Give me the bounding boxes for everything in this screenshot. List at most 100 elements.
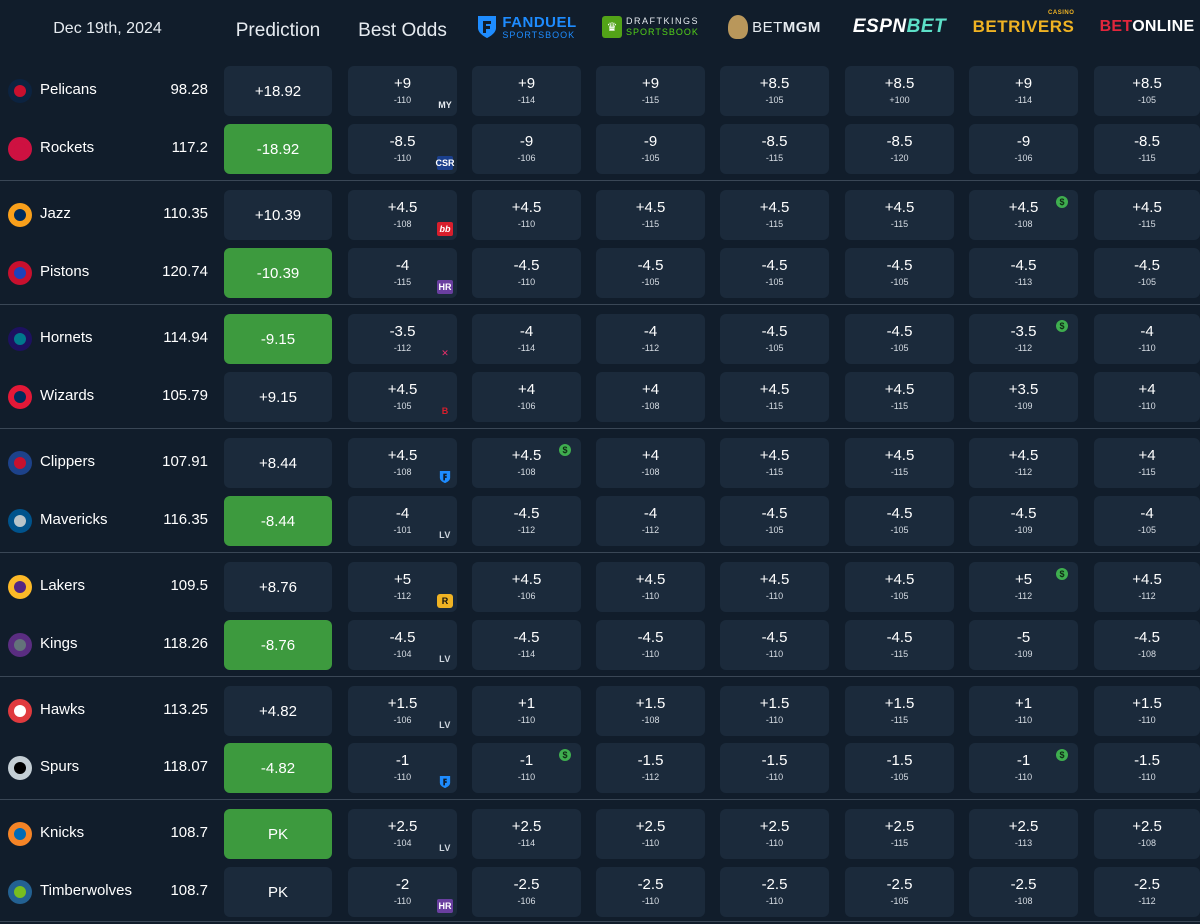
odds-cell-betonline[interactable]: -4 -105 xyxy=(1094,496,1200,546)
odds-cell-betonline[interactable]: +1.5 -110 xyxy=(1094,686,1200,736)
odds-cell-fanduel[interactable]: -9 -106 xyxy=(472,124,581,174)
prediction-cell[interactable]: -4.82 xyxy=(224,743,332,793)
draftkings-header[interactable]: ♛ DRAFTKINGS SPORTSBOOK xyxy=(596,10,705,44)
odds-cell-betonline[interactable]: +8.5 -105 xyxy=(1094,66,1200,116)
odds-cell-betrivers[interactable]: +9 -114 xyxy=(969,66,1078,116)
odds-cell-betonline[interactable]: +4 -115 xyxy=(1094,438,1200,488)
prediction-cell[interactable]: +10.39 xyxy=(224,190,332,240)
betonline-header[interactable]: BETONLINE xyxy=(1094,10,1200,44)
prediction-cell[interactable]: +8.44 xyxy=(224,438,332,488)
odds-cell-betonline[interactable]: +4 -110 xyxy=(1094,372,1200,422)
best-odds-cell[interactable]: -1 -110 xyxy=(348,743,457,793)
prediction-cell[interactable]: +9.15 xyxy=(224,372,332,422)
odds-cell-espnbet[interactable]: +4.5 -115 xyxy=(845,190,954,240)
odds-cell-betmgm[interactable]: +1.5 -110 xyxy=(720,686,829,736)
odds-cell-betonline[interactable]: -1.5 -110 xyxy=(1094,743,1200,793)
odds-cell-espnbet[interactable]: +1.5 -115 xyxy=(845,686,954,736)
odds-cell-betmgm[interactable]: -4.5 -105 xyxy=(720,314,829,364)
odds-cell-draftkings[interactable]: -4.5 -105 xyxy=(596,248,705,298)
prediction-cell[interactable]: -18.92 xyxy=(224,124,332,174)
odds-cell-betrivers[interactable]: +4.5 -112 xyxy=(969,438,1078,488)
odds-cell-espnbet[interactable]: -4.5 -115 xyxy=(845,620,954,670)
odds-cell-betmgm[interactable]: -4.5 -110 xyxy=(720,620,829,670)
betrivers-header[interactable]: BETRIVERS CASINO xyxy=(969,10,1078,44)
odds-cell-espnbet[interactable]: +4.5 -115 xyxy=(845,438,954,488)
best-odds-cell[interactable]: +4.5 -108 bb xyxy=(348,190,457,240)
best-odds-cell[interactable]: +4.5 -105 B xyxy=(348,372,457,422)
odds-cell-draftkings[interactable]: +4.5 -110 xyxy=(596,562,705,612)
prediction-cell[interactable]: -10.39 xyxy=(224,248,332,298)
best-odds-cell[interactable]: +5 -112 R xyxy=(348,562,457,612)
best-odds-cell[interactable]: +1.5 -106 LV xyxy=(348,686,457,736)
odds-cell-fanduel[interactable]: -4.5 -112 xyxy=(472,496,581,546)
odds-cell-espnbet[interactable]: -4.5 -105 xyxy=(845,496,954,546)
best-odds-cell[interactable]: -3.5 -112 ✕ xyxy=(348,314,457,364)
best-odds-cell[interactable]: +9 -110 MY xyxy=(348,66,457,116)
odds-cell-fanduel[interactable]: -4 -114 xyxy=(472,314,581,364)
prediction-cell[interactable]: PK xyxy=(224,809,332,859)
odds-cell-draftkings[interactable]: +2.5 -110 xyxy=(596,809,705,859)
odds-cell-draftkings[interactable]: -1.5 -112 xyxy=(596,743,705,793)
odds-cell-betmgm[interactable]: +4.5 -115 xyxy=(720,190,829,240)
odds-cell-betonline[interactable]: -4.5 -108 xyxy=(1094,620,1200,670)
odds-cell-fanduel[interactable]: +1 -110 xyxy=(472,686,581,736)
odds-cell-betonline[interactable]: -4.5 -105 xyxy=(1094,248,1200,298)
odds-cell-espnbet[interactable]: +8.5 +100 xyxy=(845,66,954,116)
best-odds-cell[interactable]: -8.5 -110 CSR xyxy=(348,124,457,174)
prediction-cell[interactable]: +8.76 xyxy=(224,562,332,612)
odds-cell-betmgm[interactable]: -8.5 -115 xyxy=(720,124,829,174)
odds-cell-fanduel[interactable]: -1 -110 $ xyxy=(472,743,581,793)
odds-cell-draftkings[interactable]: -2.5 -110 xyxy=(596,867,705,917)
betmgm-header[interactable]: BETMGM xyxy=(720,10,829,44)
odds-cell-fanduel[interactable]: +4.5 -110 xyxy=(472,190,581,240)
espnbet-header[interactable]: ESPNBET xyxy=(845,10,954,44)
odds-cell-betmgm[interactable]: +4.5 -110 xyxy=(720,562,829,612)
prediction-cell[interactable]: -8.44 xyxy=(224,496,332,546)
odds-cell-betmgm[interactable]: -4.5 -105 xyxy=(720,248,829,298)
odds-cell-fanduel[interactable]: -4.5 -110 xyxy=(472,248,581,298)
odds-cell-betmgm[interactable]: +8.5 -105 xyxy=(720,66,829,116)
best-odds-cell[interactable]: -2 -110 HR xyxy=(348,867,457,917)
odds-cell-espnbet[interactable]: -4.5 -105 xyxy=(845,314,954,364)
best-odds-cell[interactable]: +2.5 -104 LV xyxy=(348,809,457,859)
odds-cell-fanduel[interactable]: -4.5 -114 xyxy=(472,620,581,670)
odds-cell-betrivers[interactable]: +4.5 -108 $ xyxy=(969,190,1078,240)
odds-cell-draftkings[interactable]: +4 -108 xyxy=(596,372,705,422)
odds-cell-espnbet[interactable]: -1.5 -105 xyxy=(845,743,954,793)
odds-cell-betrivers[interactable]: +5 -112 $ xyxy=(969,562,1078,612)
odds-cell-draftkings[interactable]: -9 -105 xyxy=(596,124,705,174)
odds-cell-draftkings[interactable]: +1.5 -108 xyxy=(596,686,705,736)
odds-cell-espnbet[interactable]: +4.5 -115 xyxy=(845,372,954,422)
odds-cell-betmgm[interactable]: +4.5 -115 xyxy=(720,372,829,422)
odds-cell-betrivers[interactable]: -2.5 -108 xyxy=(969,867,1078,917)
prediction-cell[interactable]: +4.82 xyxy=(224,686,332,736)
odds-cell-betonline[interactable]: +4.5 -112 xyxy=(1094,562,1200,612)
odds-cell-betonline[interactable]: +4.5 -115 xyxy=(1094,190,1200,240)
odds-cell-betonline[interactable]: -2.5 -112 xyxy=(1094,867,1200,917)
odds-cell-betrivers[interactable]: -5 -109 xyxy=(969,620,1078,670)
odds-cell-espnbet[interactable]: -4.5 -105 xyxy=(845,248,954,298)
prediction-cell[interactable]: +18.92 xyxy=(224,66,332,116)
odds-cell-espnbet[interactable]: -8.5 -120 xyxy=(845,124,954,174)
odds-cell-draftkings[interactable]: +4 -108 xyxy=(596,438,705,488)
odds-cell-draftkings[interactable]: +4.5 -115 xyxy=(596,190,705,240)
odds-cell-fanduel[interactable]: +4.5 -108 $ xyxy=(472,438,581,488)
odds-cell-betrivers[interactable]: +3.5 -109 xyxy=(969,372,1078,422)
odds-cell-betrivers[interactable]: -1 -110 $ xyxy=(969,743,1078,793)
odds-cell-espnbet[interactable]: +4.5 -105 xyxy=(845,562,954,612)
odds-cell-betmgm[interactable]: -1.5 -110 xyxy=(720,743,829,793)
odds-cell-fanduel[interactable]: +4.5 -106 xyxy=(472,562,581,612)
odds-cell-betonline[interactable]: -4 -110 xyxy=(1094,314,1200,364)
prediction-cell[interactable]: -8.76 xyxy=(224,620,332,670)
odds-cell-betrivers[interactable]: +1 -110 xyxy=(969,686,1078,736)
fanduel-header[interactable]: FANDUEL SPORTSBOOK xyxy=(472,10,581,44)
odds-cell-betmgm[interactable]: +2.5 -110 xyxy=(720,809,829,859)
odds-cell-draftkings[interactable]: -4 -112 xyxy=(596,314,705,364)
odds-cell-betrivers[interactable]: -4.5 -109 xyxy=(969,496,1078,546)
odds-cell-espnbet[interactable]: -2.5 -105 xyxy=(845,867,954,917)
best-odds-cell[interactable]: +4.5 -108 xyxy=(348,438,457,488)
prediction-cell[interactable]: PK xyxy=(224,867,332,917)
odds-cell-betmgm[interactable]: +4.5 -115 xyxy=(720,438,829,488)
odds-cell-draftkings[interactable]: -4.5 -110 xyxy=(596,620,705,670)
best-odds-cell[interactable]: -4.5 -104 LV xyxy=(348,620,457,670)
